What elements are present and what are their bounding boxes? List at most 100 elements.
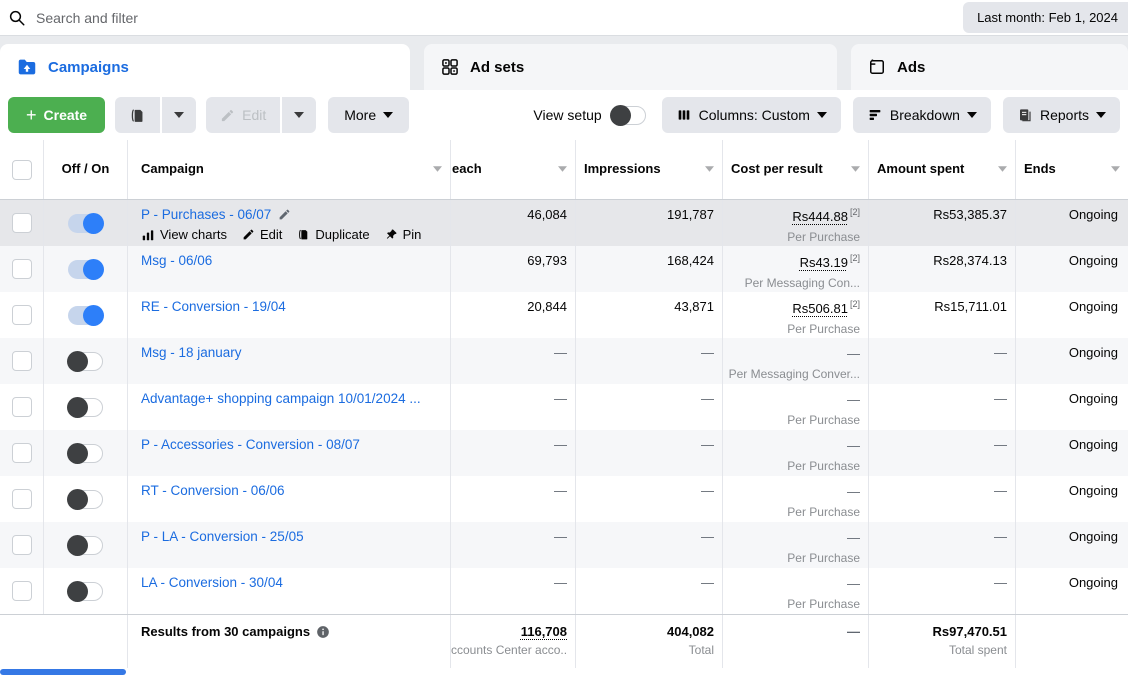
campaign-name-link[interactable]: Msg - 18 january	[141, 345, 242, 360]
header-reach[interactable]: each	[450, 140, 575, 199]
table-row[interactable]: Advantage+ shopping campaign 10/01/2024 …	[0, 384, 1128, 430]
select-all-checkbox[interactable]	[12, 160, 32, 180]
campaign-name-link[interactable]: RE - Conversion - 19/04	[141, 299, 286, 314]
row-checkbox[interactable]	[12, 259, 32, 279]
cost-value[interactable]: —	[847, 576, 860, 591]
cost-value[interactable]: —	[847, 438, 860, 453]
sort-caret-icon[interactable]	[998, 166, 1007, 172]
header-ends[interactable]: Ends	[1015, 140, 1128, 199]
campaign-toggle[interactable]	[68, 398, 103, 417]
header-reach-label: each	[452, 161, 482, 176]
campaign-toggle[interactable]	[68, 444, 103, 463]
header-impressions[interactable]: Impressions	[575, 140, 722, 199]
campaign-name-link[interactable]: P - Purchases - 06/07	[141, 207, 271, 222]
view-setup-control: View setup	[533, 106, 645, 125]
edit-menu-button[interactable]	[282, 97, 316, 133]
campaign-name-link[interactable]: Advantage+ shopping campaign 10/01/2024 …	[141, 391, 421, 406]
sort-caret-icon[interactable]	[558, 166, 567, 172]
table-row[interactable]: Msg - 18 january — — — Per Messaging Con…	[0, 338, 1128, 384]
campaign-name-link[interactable]: Msg - 06/06	[141, 253, 212, 268]
campaign-toggle[interactable]	[68, 306, 103, 325]
campaign-toggle[interactable]	[68, 582, 103, 601]
duplicate-menu-button[interactable]	[162, 97, 196, 133]
row-duplicate-label: Duplicate	[315, 227, 369, 242]
campaign-name-link[interactable]: P - LA - Conversion - 25/05	[141, 529, 304, 544]
header-amount-spent[interactable]: Amount spent	[868, 140, 1015, 199]
campaign-name-link[interactable]: P - Accessories - Conversion - 08/07	[141, 437, 360, 452]
sort-caret-icon[interactable]	[851, 166, 860, 172]
campaign-toggle[interactable]	[68, 260, 103, 279]
campaign-toggle[interactable]	[68, 214, 103, 233]
campaign-rename-icon[interactable]	[278, 208, 291, 221]
row-checkbox[interactable]	[12, 443, 32, 463]
row-checkbox[interactable]	[12, 581, 32, 601]
columns-button[interactable]: Columns: Custom	[662, 97, 841, 133]
header-cost-per-result[interactable]: Cost per result	[722, 140, 868, 199]
breakdown-button[interactable]: Breakdown	[853, 97, 991, 133]
duplicate-button[interactable]	[115, 97, 160, 133]
more-button[interactable]: More	[328, 97, 409, 133]
cost-value[interactable]: Rs444.88	[792, 209, 848, 224]
horizontal-scrollbar-thumb[interactable]	[0, 669, 126, 675]
row-pin-button[interactable]: Pin	[385, 227, 422, 242]
cost-value[interactable]: —	[847, 392, 860, 407]
row-checkbox[interactable]	[12, 305, 32, 325]
tab-campaigns-label: Campaigns	[48, 59, 129, 76]
row-edit-button[interactable]: Edit	[242, 227, 282, 242]
date-range-button[interactable]: Last month: Feb 1, 2024	[963, 2, 1128, 33]
cost-value[interactable]: —	[847, 530, 860, 545]
reach-cell: —	[450, 338, 575, 384]
table-row[interactable]: P - LA - Conversion - 25/05 — — — Per Pu…	[0, 522, 1128, 568]
table-row[interactable]: RE - Conversion - 19/04 20,844 43,871 Rs…	[0, 292, 1128, 338]
row-checkbox[interactable]	[12, 213, 32, 233]
table-row[interactable]: P - Accessories - Conversion - 08/07 — —…	[0, 430, 1128, 476]
cost-value[interactable]: Rs43.19	[800, 255, 848, 270]
cost-value[interactable]: —	[847, 346, 860, 361]
amount-spent-cell: —	[868, 430, 1015, 476]
view-charts-button[interactable]: View charts	[141, 227, 227, 242]
header-spent-label: Amount spent	[877, 161, 964, 176]
header-campaign[interactable]: Campaign	[127, 140, 450, 199]
reports-button-label: Reports	[1040, 107, 1089, 123]
table-row[interactable]: P - Purchases - 06/07 View charts Edit	[0, 200, 1128, 246]
cost-per-result-cell: — Per Messaging Conver...	[722, 338, 868, 384]
row-checkbox[interactable]	[12, 535, 32, 555]
campaign-name-link[interactable]: RT - Conversion - 06/06	[141, 483, 285, 498]
footer-toggle-cell	[43, 615, 127, 670]
ends-cell: Ongoing	[1015, 522, 1128, 568]
row-checkbox[interactable]	[12, 489, 32, 509]
cost-value[interactable]: Rs506.81	[792, 301, 848, 316]
reports-button[interactable]: Reports	[1003, 97, 1120, 133]
reach-cell: —	[450, 430, 575, 476]
table-row[interactable]: Msg - 06/06 69,793 168,424 Rs43.19[2] Pe…	[0, 246, 1128, 292]
campaign-cell: P - Accessories - Conversion - 08/07	[127, 430, 450, 476]
sort-caret-icon[interactable]	[1111, 166, 1120, 172]
cost-result-type: Per Purchase	[723, 505, 860, 519]
chevron-down-icon	[817, 112, 827, 118]
footer-impressions-cell: 404,082 Total	[575, 615, 722, 670]
sort-caret-icon[interactable]	[433, 166, 442, 172]
cost-value[interactable]: —	[847, 484, 860, 499]
campaign-cell: Advantage+ shopping campaign 10/01/2024 …	[127, 384, 450, 430]
campaign-toggle[interactable]	[68, 490, 103, 509]
campaign-name-link[interactable]: LA - Conversion - 30/04	[141, 575, 283, 590]
chevron-down-icon	[383, 112, 393, 118]
view-setup-toggle[interactable]	[611, 106, 646, 125]
plus-icon: +	[26, 106, 37, 124]
reach-total[interactable]: 116,708	[451, 624, 567, 639]
row-checkbox[interactable]	[12, 351, 32, 371]
edit-button[interactable]: Edit	[206, 97, 280, 133]
tab-adsets[interactable]: Ad sets	[424, 44, 837, 90]
row-edit-label: Edit	[260, 227, 282, 242]
campaign-toggle[interactable]	[68, 536, 103, 555]
campaign-toggle[interactable]	[68, 352, 103, 371]
sort-caret-icon[interactable]	[705, 166, 714, 172]
table-row[interactable]: RT - Conversion - 06/06 — — — Per Purcha…	[0, 476, 1128, 522]
create-button[interactable]: + Create	[8, 97, 105, 133]
table-row[interactable]: LA - Conversion - 30/04 — — — Per Purcha…	[0, 568, 1128, 614]
tab-ads[interactable]: Ads	[851, 44, 1128, 90]
row-duplicate-button[interactable]: Duplicate	[297, 227, 369, 242]
row-checkbox[interactable]	[12, 397, 32, 417]
tab-campaigns[interactable]: Campaigns	[0, 44, 410, 90]
info-icon[interactable]	[316, 625, 330, 639]
